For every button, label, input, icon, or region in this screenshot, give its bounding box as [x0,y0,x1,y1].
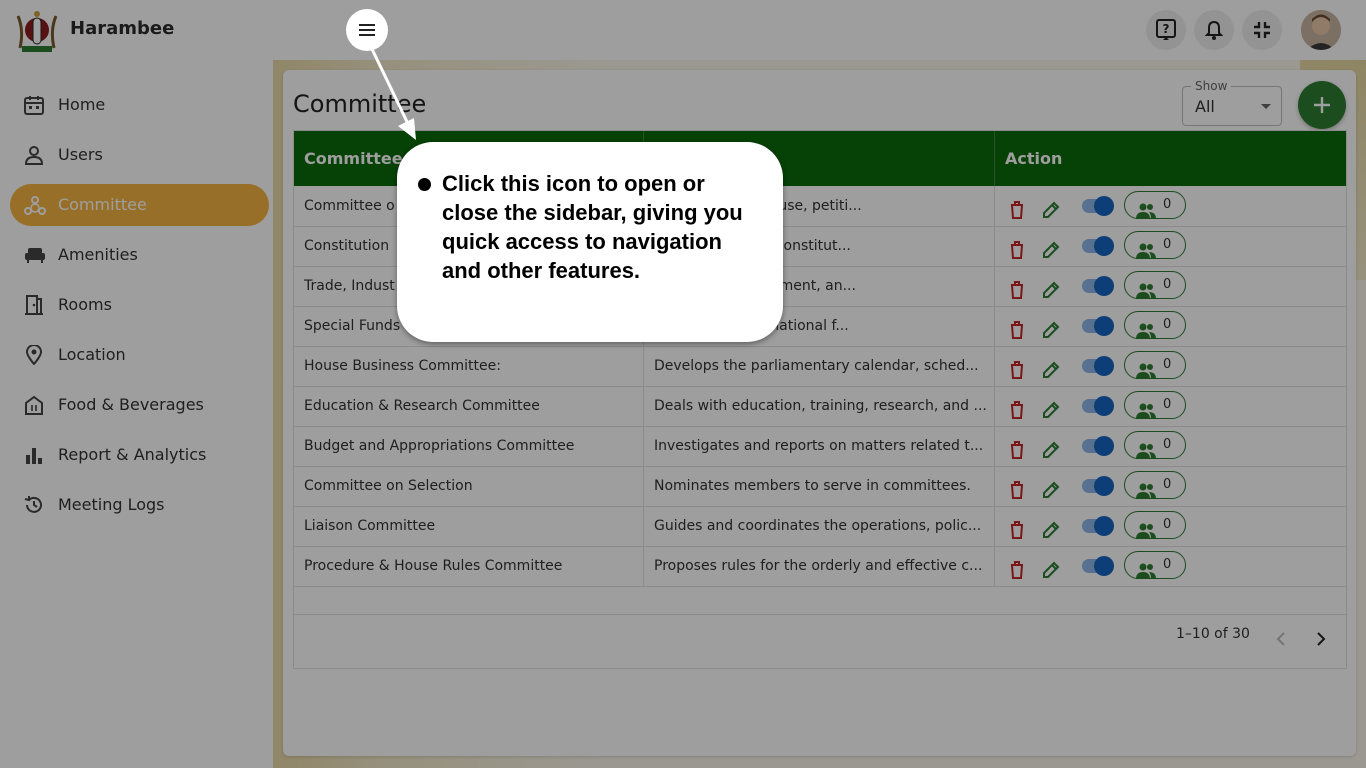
tutorial-arrow [370,48,416,140]
bullet-icon [418,178,431,191]
tutorial-tooltip: Click this icon to open or close the sid… [397,142,783,342]
tutorial-tooltip-text: Click this icon to open or close the sid… [442,171,743,283]
